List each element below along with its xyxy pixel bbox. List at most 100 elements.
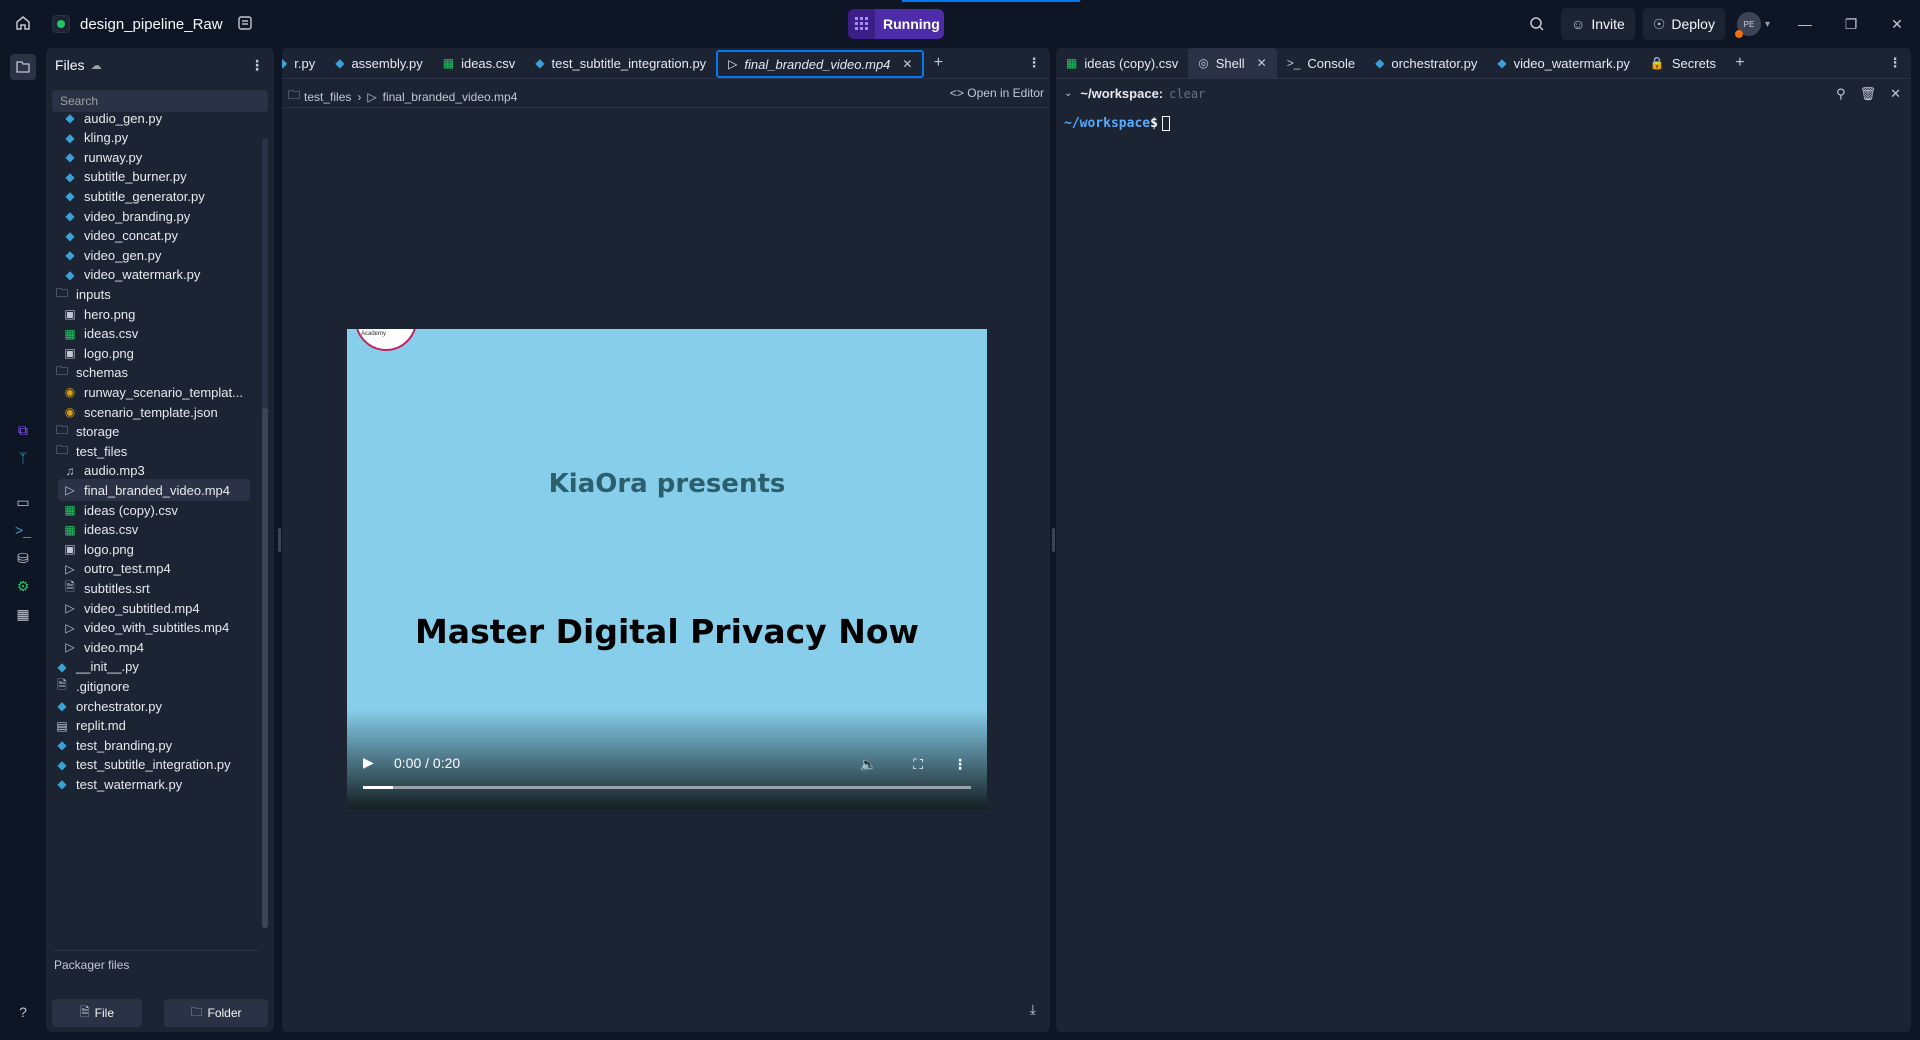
tab-ideas-copy-csv[interactable]: ▦ ideas (copy).csv	[1056, 48, 1188, 78]
breadcrumb: 🗀 test_files › ▷ final_branded_video.mp4	[288, 86, 517, 107]
preview-icon[interactable]: ▭	[13, 492, 33, 512]
python-icon: ◆	[65, 150, 75, 165]
video-icon: ▷	[65, 483, 75, 498]
file-tree-label: audio_gen.py	[84, 110, 163, 126]
volume-icon[interactable]: 🔈	[860, 756, 877, 773]
tab-ideas-csv[interactable]: ▦ ideas.csv	[433, 48, 526, 78]
python-icon: ◆	[57, 777, 67, 792]
python-icon: ◆	[1497, 56, 1507, 70]
left-tab-bar: ◆ r.py ◆ assembly.py ▦ ideas.csv ◆ test_subtitl…	[282, 48, 952, 78]
python-icon: ◆	[65, 111, 75, 125]
fullscreen-icon[interactable]: ⛶	[913, 756, 923, 773]
database-icon[interactable]: ⛁	[13, 548, 33, 568]
deploy-label: Deploy	[1671, 16, 1715, 32]
tab-assembly-py[interactable]: ◆ assembly.py	[325, 48, 433, 78]
breadcrumb-folder[interactable]: test_files	[304, 90, 351, 104]
close-icon[interactable]: ✕	[1890, 86, 1901, 102]
tab-label: ideas (copy).csv	[1084, 55, 1179, 71]
file-tree-label: inputs	[76, 286, 111, 302]
project-name[interactable]: design_pipeline_Raw	[80, 16, 223, 33]
tab-test-subtitle-integration-py[interactable]: ◆ test_subtitle_integration.py	[525, 48, 716, 78]
tab-more-icon[interactable]: ⋮	[1022, 48, 1046, 78]
run-progress-line	[902, 0, 1080, 2]
more-vertical-icon[interactable]: ⋮	[953, 756, 967, 773]
restore-icon[interactable]: ❐	[1828, 0, 1874, 48]
tab-label: assembly.py	[351, 55, 423, 71]
close-window-icon[interactable]: ✕	[1874, 0, 1920, 48]
python-icon: ◆	[65, 228, 75, 243]
python-icon: ◆	[65, 189, 75, 204]
video-player[interactable]: Academy KiaOra presents Master Digital P…	[347, 329, 987, 809]
terminal-prompt[interactable]: ~/workspace$	[1064, 116, 1170, 131]
open-in-editor-label: Open in Editor	[967, 86, 1044, 100]
play-icon[interactable]: ▶	[363, 754, 374, 771]
tab-console[interactable]: >_ Console	[1277, 48, 1365, 78]
close-icon[interactable]: ✕	[1257, 56, 1267, 70]
console-icon[interactable]: >_	[13, 520, 33, 540]
run-button[interactable]: Running	[848, 9, 944, 39]
new-folder-button[interactable]: 🗀 Folder	[164, 999, 268, 1027]
more-options-icon[interactable]: ⋮	[250, 57, 264, 74]
video-seek-bar[interactable]	[363, 786, 971, 789]
run-label: Running	[883, 16, 940, 32]
tab-final-branded-video-mp4[interactable]: ▷ final_branded_video.mp4 ✕	[716, 50, 925, 78]
python-icon: ◆	[335, 56, 345, 70]
chevron-down-icon[interactable]: ⌄	[1064, 88, 1072, 99]
file-tree-label: test_files	[76, 443, 128, 459]
tab-r-py[interactable]: ◆ r.py	[282, 48, 325, 78]
terminal-cursor	[1161, 116, 1170, 131]
tab-video-watermark-py[interactable]: ◆ video_watermark.py	[1487, 48, 1640, 78]
home-icon[interactable]	[14, 14, 34, 34]
deploy-button[interactable]: ☉ Deploy	[1642, 8, 1725, 40]
new-tab-icon[interactable]: +	[924, 48, 952, 78]
python-icon: ◆	[57, 738, 67, 753]
tools-grid-icon[interactable]: ▦	[13, 604, 33, 624]
file-tree-label: subtitles.srt	[84, 580, 150, 596]
file-tree-label: ideas.csv	[84, 326, 139, 342]
python-icon: ◆	[65, 169, 75, 184]
avatar[interactable]: PE	[1734, 12, 1761, 38]
git-icon[interactable]: ᛉ	[13, 448, 33, 468]
scrollbar[interactable]	[262, 138, 268, 928]
close-icon[interactable]: ✕	[902, 57, 912, 71]
chevron-down-icon[interactable]: ▾	[1765, 19, 1770, 30]
download-icon[interactable]: ⤓	[1030, 1001, 1036, 1018]
packager-files-label: Packager files	[54, 958, 130, 972]
secrets-icon[interactable]: ⚙	[13, 576, 33, 596]
trash-icon[interactable]: 🗑	[1860, 86, 1877, 102]
video-preview-pane: ◆ r.py ◆ assembly.py ▦ ideas.csv ◆ test_subtitl…	[282, 48, 1050, 1032]
new-tab-icon[interactable]: +	[1726, 48, 1754, 78]
breadcrumb-file[interactable]: final_branded_video.mp4	[383, 90, 518, 104]
file-tree-label: video.mp4	[84, 639, 144, 655]
file-tree-label: video_concat.py	[84, 228, 178, 244]
search-icon[interactable]: ⚲	[1836, 86, 1846, 102]
open-in-editor-button[interactable]: <> Open in Editor	[950, 86, 1044, 100]
new-file-button[interactable]: 🗎 File	[52, 999, 142, 1027]
folder-icon: 🗀	[288, 88, 301, 102]
help-icon[interactable]: ?	[13, 1002, 33, 1022]
csv-icon: ▦	[64, 326, 76, 341]
search-icon[interactable]	[1521, 8, 1553, 40]
file-icon: 🗎	[57, 677, 67, 692]
files-title: Files	[55, 57, 85, 73]
tab-orchestrator-py[interactable]: ◆ orchestrator.py	[1365, 48, 1487, 78]
file-tree-item[interactable]: ◆ test_watermark.py	[50, 773, 250, 795]
minimize-icon[interactable]: —	[1782, 0, 1828, 48]
file-tree-label: scenario_template.json	[84, 404, 218, 420]
invite-button[interactable]: ☺ Invite	[1561, 8, 1635, 40]
history-icon[interactable]	[237, 15, 253, 34]
folder-icon: 🗀	[55, 442, 68, 457]
tab-label: final_branded_video.mp4	[744, 56, 891, 72]
tab-more-icon[interactable]: ⋮	[1883, 48, 1907, 78]
tab-secrets[interactable]: 🔒 Secrets	[1640, 48, 1726, 78]
add-user-icon: ☺	[1571, 16, 1586, 32]
file-tree-label: subtitle_burner.py	[84, 169, 187, 185]
tab-shell[interactable]: ◎ Shell ✕	[1188, 48, 1277, 78]
files-icon[interactable]	[10, 54, 36, 80]
sidebar-resize-handle[interactable]	[278, 528, 281, 552]
video-seek-fill	[363, 786, 394, 789]
file-icon: 🗎	[65, 579, 75, 594]
file-tree-label: replit.md	[76, 718, 126, 734]
workflow-icon[interactable]: ⧉	[13, 420, 33, 440]
pane-resize-handle[interactable]	[1052, 528, 1055, 552]
